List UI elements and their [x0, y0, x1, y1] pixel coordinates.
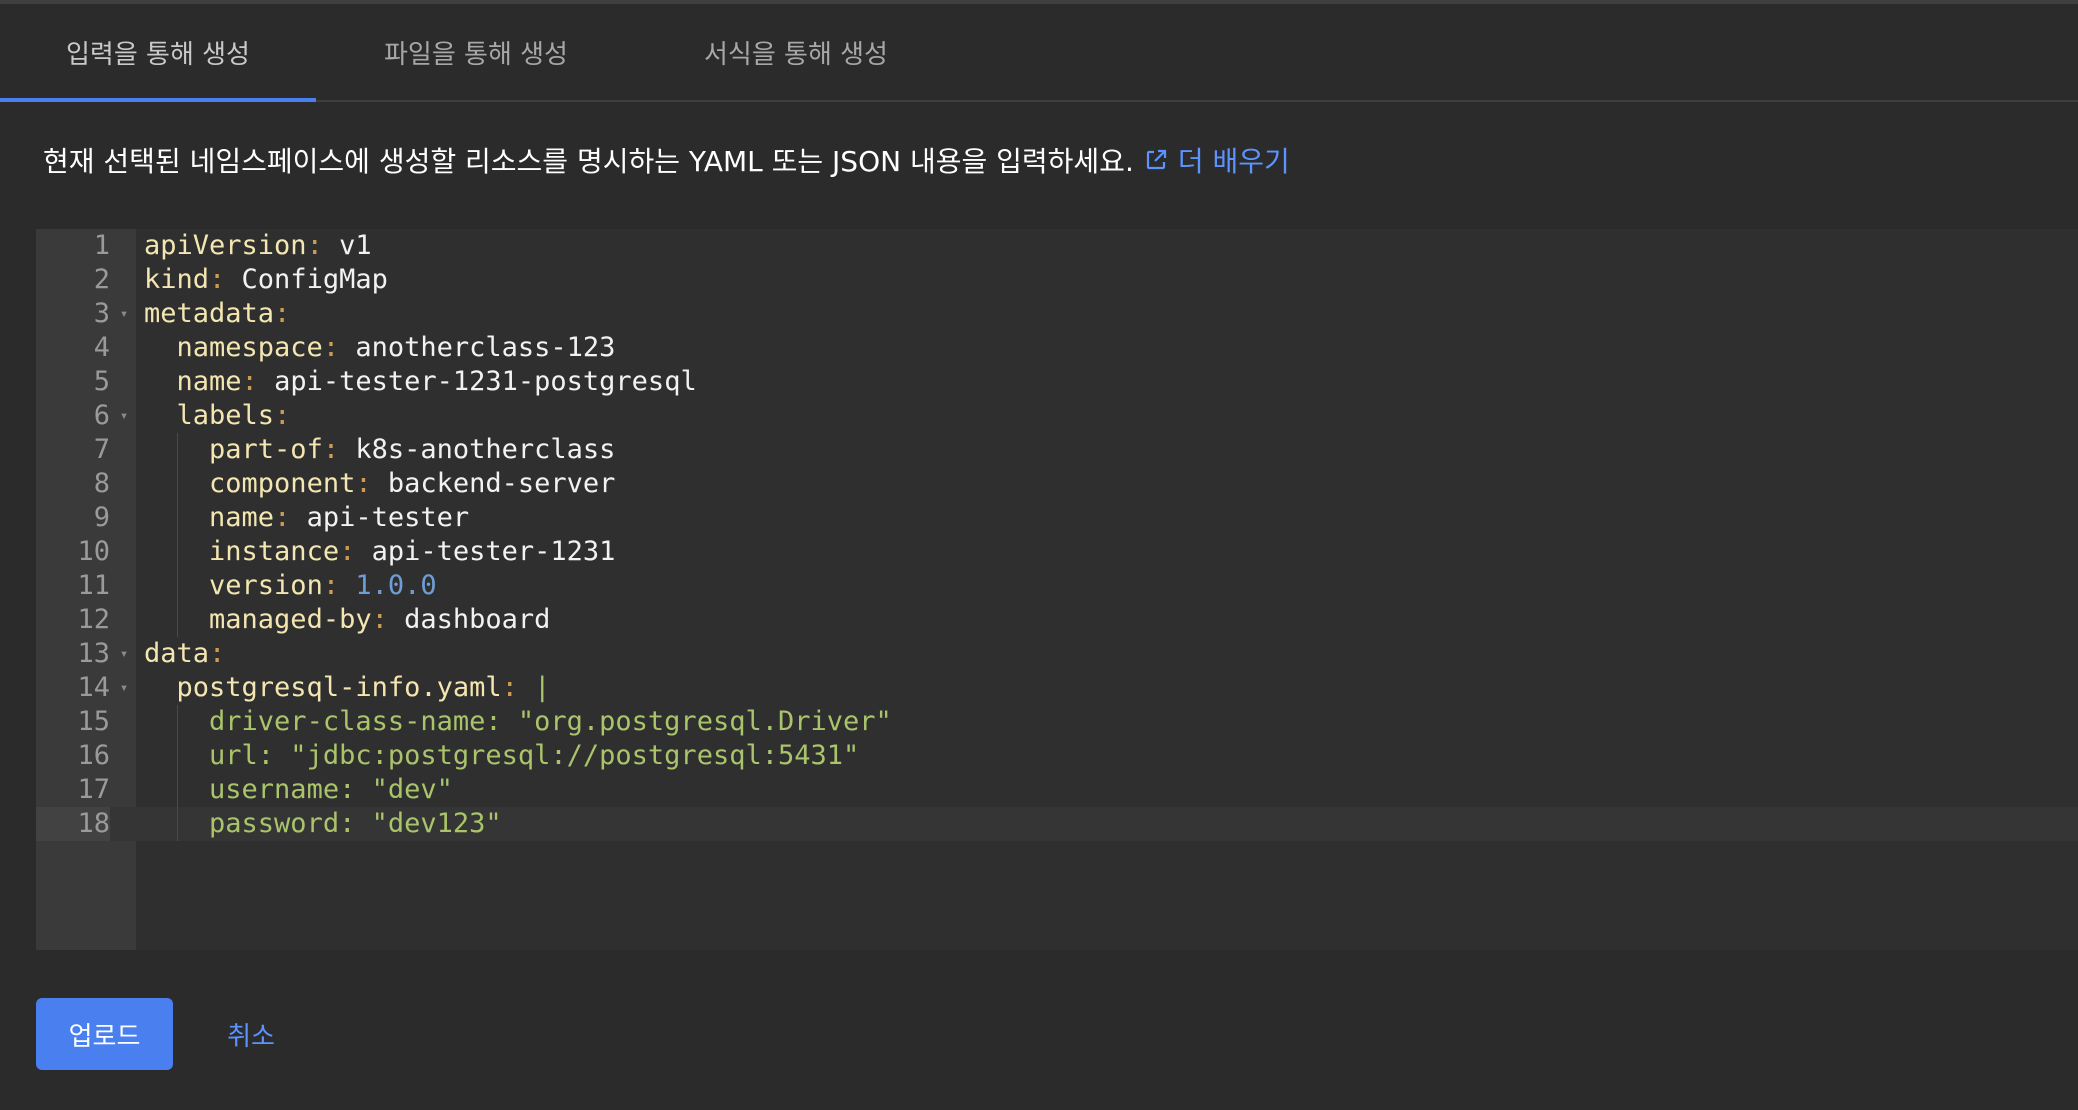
- description: 현재 선택된 네임스페이스에 생성할 리소스를 명시하는 YAML 또는 JSO…: [43, 137, 1290, 183]
- learn-more-label: 더 배우기: [1177, 145, 1290, 178]
- yaml-string: password: "dev123": [209, 808, 502, 839]
- code-line: 9 name: api-tester: [36, 501, 2078, 535]
- fold-arrow-icon[interactable]: ▾: [116, 399, 132, 433]
- yaml-string: driver-class-name: "org.postgresql.Drive…: [209, 706, 892, 737]
- yaml-key: part-of: [209, 434, 323, 465]
- yaml-value: api-tester: [306, 502, 470, 533]
- code-line: 13 ▾ data:: [36, 637, 2078, 671]
- code-line: 15 driver-class-name: "org.postgresql.Dr…: [36, 705, 2078, 739]
- line-number: 7: [93, 434, 110, 465]
- yaml-key: data: [144, 638, 210, 669]
- cancel-button[interactable]: 취소: [218, 998, 284, 1070]
- code-line: 6 ▾ labels:: [36, 399, 2078, 433]
- yaml-key: apiVersion: [144, 230, 307, 261]
- code-line: 17 username: "dev": [36, 773, 2078, 807]
- code-line: 5 name: api-tester-1231-postgresql: [36, 365, 2078, 399]
- yaml-value: api-tester-1231-postgresql: [274, 366, 697, 397]
- fold-arrow-icon[interactable]: ▾: [116, 637, 132, 671]
- code-line: 10 instance: api-tester-1231: [36, 535, 2078, 569]
- line-number: 2: [93, 264, 110, 295]
- fold-arrow-icon[interactable]: ▾: [116, 297, 132, 331]
- yaml-key: kind: [144, 264, 210, 295]
- line-number: 9: [93, 502, 110, 533]
- yaml-key: labels: [176, 400, 275, 431]
- line-number: 1: [93, 230, 110, 261]
- code-line: 16 url: "jdbc:postgresql://postgresql:54…: [36, 739, 2078, 773]
- yaml-value: api-tester-1231: [371, 536, 616, 567]
- code-line: 3 ▾ metadata:: [36, 297, 2078, 331]
- line-number: 17: [77, 774, 110, 805]
- yaml-value: backend-server: [387, 468, 616, 499]
- line-number: 6: [93, 400, 110, 431]
- yaml-key: metadata: [144, 298, 275, 329]
- code-line: 11 version: 1.0.0: [36, 569, 2078, 603]
- line-number: 16: [77, 740, 110, 771]
- tab-bar: 입력을 통해 생성 파일을 통해 생성 서식을 통해 생성: [0, 4, 2078, 102]
- line-number: 18: [36, 807, 110, 841]
- code-line: 4 namespace: anotherclass-123: [36, 331, 2078, 365]
- yaml-value: ConfigMap: [241, 264, 388, 295]
- code-editor[interactable]: 1 apiVersion: v1 2 kind: ConfigMap 3 ▾ m…: [36, 229, 2078, 950]
- yaml-value: k8s-anotherclass: [355, 434, 616, 465]
- yaml-key: name: [176, 366, 242, 397]
- line-number: 4: [93, 332, 110, 363]
- line-number: 8: [93, 468, 110, 499]
- line-number: 10: [77, 536, 110, 567]
- line-number: 15: [77, 706, 110, 737]
- active-tab-indicator: [0, 98, 316, 102]
- tab-create-from-input[interactable]: 입력을 통해 생성: [0, 4, 316, 100]
- learn-more-link[interactable]: 더 배우기: [1144, 140, 1290, 180]
- tab-create-from-file[interactable]: 파일을 통해 생성: [316, 4, 636, 100]
- yaml-key: name: [209, 502, 275, 533]
- line-number: 11: [77, 570, 110, 601]
- yaml-key: instance: [209, 536, 340, 567]
- code-line: 7 part-of: k8s-anotherclass: [36, 433, 2078, 467]
- line-number: 5: [93, 366, 110, 397]
- fold-arrow-icon[interactable]: ▾: [116, 671, 132, 705]
- code-line: 8 component: backend-server: [36, 467, 2078, 501]
- active-code-line: 18 password: "dev123": [36, 807, 2078, 841]
- description-text: 현재 선택된 네임스페이스에 생성할 리소스를 명시하는 YAML 또는 JSO…: [43, 145, 1134, 178]
- code-line: 12 managed-by: dashboard: [36, 603, 2078, 637]
- yaml-key: managed-by: [209, 604, 372, 635]
- yaml-key: version: [209, 570, 323, 601]
- yaml-number-value: 1.0.0: [355, 570, 437, 601]
- line-number: 14: [77, 672, 110, 703]
- line-number: 13: [77, 638, 110, 669]
- yaml-string: url: "jdbc:postgresql://postgresql:5431": [209, 740, 860, 771]
- external-link-icon: [1146, 149, 1166, 170]
- yaml-key: postgresql-info.yaml: [176, 672, 502, 703]
- yaml-block-indicator: |: [534, 672, 551, 703]
- yaml-value: dashboard: [404, 604, 551, 635]
- code-line: 2 kind: ConfigMap: [36, 263, 2078, 297]
- line-number: 3: [93, 298, 110, 329]
- yaml-key: component: [209, 468, 356, 499]
- code-line: 14 ▾ postgresql-info.yaml: |: [36, 671, 2078, 705]
- yaml-string: username: "dev": [209, 774, 453, 805]
- line-number: 12: [77, 604, 110, 635]
- yaml-key: namespace: [176, 332, 323, 363]
- code-line: 1 apiVersion: v1: [36, 229, 2078, 263]
- tab-create-from-template[interactable]: 서식을 통해 생성: [636, 4, 956, 100]
- yaml-value: anotherclass-123: [355, 332, 616, 363]
- yaml-value: v1: [339, 230, 372, 261]
- upload-button[interactable]: 업로드: [36, 998, 173, 1070]
